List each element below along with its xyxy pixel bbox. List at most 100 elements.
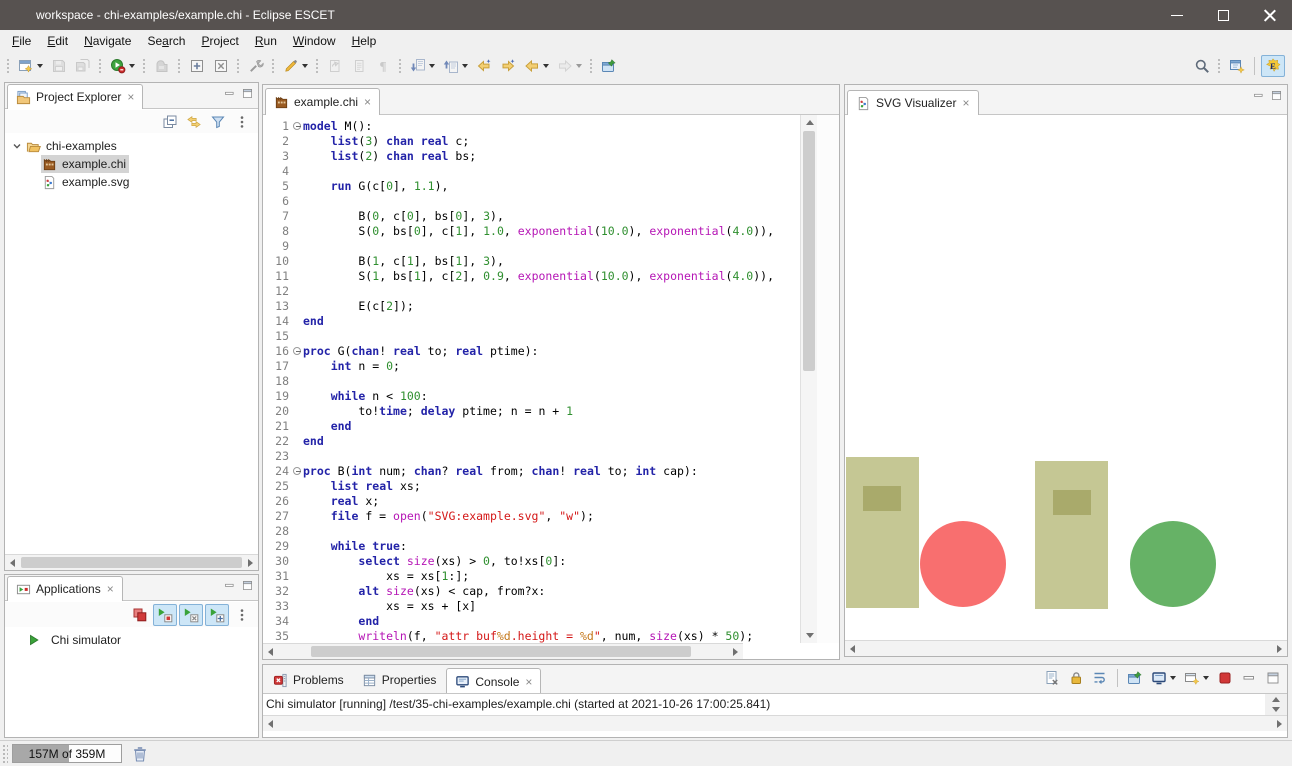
view-menu-button[interactable] <box>231 112 253 132</box>
expander-open-icon[interactable] <box>11 140 23 152</box>
view-menu-button[interactable] <box>231 605 253 625</box>
open-console-button[interactable] <box>1181 668 1212 688</box>
minimize-view-icon[interactable] <box>223 579 236 592</box>
tab-example-chi[interactable]: example.chi × <box>265 88 380 115</box>
previous-annotation-button[interactable] <box>440 56 471 76</box>
collapse-all-button[interactable] <box>159 112 181 132</box>
scroll-up-icon[interactable] <box>806 120 814 125</box>
menu-search[interactable]: Search <box>139 32 193 50</box>
open-doc-button[interactable] <box>348 56 370 76</box>
dropdown-caret-icon[interactable] <box>129 64 135 68</box>
scroll-right-icon[interactable] <box>733 648 738 656</box>
menu-help[interactable]: Help <box>344 32 385 50</box>
auto-remove-button[interactable] <box>179 604 203 626</box>
menu-run[interactable]: Run <box>247 32 285 50</box>
scroll-down-icon[interactable] <box>1272 707 1280 712</box>
close-icon[interactable]: × <box>525 677 532 687</box>
window-close-button[interactable] <box>1246 0 1292 30</box>
add-box-button[interactable] <box>186 56 208 76</box>
last-edit-location-button[interactable] <box>473 56 495 76</box>
menu-navigate[interactable]: Navigate <box>76 32 139 50</box>
dropdown-caret-icon[interactable] <box>543 64 549 68</box>
dropdown-caret-icon[interactable] <box>462 64 468 68</box>
close-icon[interactable]: × <box>107 584 114 594</box>
scroll-left-icon[interactable] <box>850 645 855 653</box>
applications-list[interactable]: Chi simulator <box>5 627 258 737</box>
console-vscrollbar[interactable] <box>1265 693 1287 715</box>
window-minimize-button[interactable] <box>1154 0 1200 30</box>
scroll-right-icon[interactable] <box>1277 720 1282 728</box>
tab-project-explorer[interactable]: Project Explorer × <box>7 84 143 109</box>
scroll-lock-button[interactable] <box>1065 668 1087 688</box>
window-maximize-button[interactable] <box>1200 0 1246 30</box>
back-button[interactable] <box>521 56 552 76</box>
code-editor[interactable]: 1model M():2 list(3) chan real c;3 list(… <box>263 115 839 643</box>
scroll-right-icon[interactable] <box>248 559 253 567</box>
configure-button[interactable] <box>245 56 267 76</box>
auto-expand-button[interactable] <box>205 604 229 626</box>
tree-item-example-svg[interactable]: example.svg <box>5 173 258 191</box>
next-edit-location-button[interactable] <box>497 56 519 76</box>
filter-button[interactable] <box>207 112 229 132</box>
terminate-button[interactable] <box>1214 668 1236 688</box>
console-hscrollbar[interactable] <box>263 715 1287 731</box>
svg-visualizer-hscrollbar[interactable] <box>845 640 1287 656</box>
pin-console-button[interactable] <box>1124 668 1146 688</box>
refresh-doc-button[interactable] <box>324 56 346 76</box>
scrollbar-thumb[interactable] <box>311 646 691 657</box>
scroll-down-icon[interactable] <box>806 633 814 638</box>
editor-vscrollbar[interactable] <box>800 115 817 643</box>
scrollbar-thumb[interactable] <box>21 557 242 568</box>
minimize-view-icon[interactable] <box>223 87 236 100</box>
maximize-view-icon[interactable] <box>241 579 254 592</box>
close-icon[interactable]: × <box>962 98 969 108</box>
menu-file[interactable]: File <box>4 32 39 50</box>
show-whitespace-button[interactable]: ¶ <box>372 56 394 76</box>
tab-properties[interactable]: Properties <box>354 667 445 693</box>
dropdown-caret-icon[interactable] <box>302 64 308 68</box>
scroll-right-icon[interactable] <box>1277 645 1282 653</box>
open-new-view-button[interactable] <box>598 56 620 76</box>
dropdown-caret-icon[interactable] <box>1170 676 1176 680</box>
project-explorer-hscrollbar[interactable] <box>5 554 258 570</box>
fold-marker-icon[interactable] <box>293 344 303 359</box>
tab-console[interactable]: Console× <box>446 668 541 694</box>
dropdown-caret-icon[interactable] <box>576 64 582 68</box>
open-perspective-button[interactable] <box>1226 56 1248 76</box>
menu-edit[interactable]: Edit <box>39 32 76 50</box>
close-icon[interactable]: × <box>364 97 371 107</box>
new-wizard-button[interactable] <box>15 56 46 76</box>
next-annotation-button[interactable] <box>407 56 438 76</box>
console-output[interactable]: Chi simulator [running] /test/35-chi-exa… <box>263 693 1265 715</box>
save-button[interactable] <box>48 56 70 76</box>
project-explorer-tree[interactable]: chi-examplesexample.chiexample.svg <box>5 133 258 554</box>
tab-svg-visualizer[interactable]: SVG Visualizer × <box>847 90 979 115</box>
word-wrap-button[interactable] <box>1089 668 1111 688</box>
close-icon[interactable]: × <box>127 92 134 102</box>
forward-button[interactable] <box>554 56 585 76</box>
link-with-editor-button[interactable] <box>183 112 205 132</box>
tab-applications[interactable]: Applications × <box>7 576 123 601</box>
save-all-button[interactable] <box>72 56 94 76</box>
menu-project[interactable]: Project <box>193 32 246 50</box>
display-selected-console-button[interactable] <box>1148 668 1179 688</box>
scrollbar-thumb[interactable] <box>803 131 815 371</box>
close-box-button[interactable] <box>210 56 232 76</box>
dropdown-caret-icon[interactable] <box>1203 676 1209 680</box>
highlight-button[interactable] <box>280 56 311 76</box>
minimize-button[interactable] <box>1238 668 1260 688</box>
garbage-collect-button[interactable] <box>130 744 150 764</box>
maximize-view-icon[interactable] <box>241 87 254 100</box>
auto-terminate-button[interactable] <box>153 604 177 626</box>
tab-problems[interactable]: Problems <box>265 667 352 693</box>
application-item[interactable]: Chi simulator <box>5 631 258 649</box>
scroll-left-icon[interactable] <box>10 559 15 567</box>
tree-item-example-chi[interactable]: example.chi <box>5 155 258 173</box>
maximize-button[interactable] <box>1262 668 1284 688</box>
clear-console-button[interactable] <box>1041 668 1063 688</box>
fold-marker-icon[interactable] <box>293 464 303 479</box>
dropdown-caret-icon[interactable] <box>429 64 435 68</box>
escet-perspective-button[interactable]: E <box>1261 55 1285 77</box>
scroll-left-icon[interactable] <box>268 648 273 656</box>
search-button[interactable] <box>1191 56 1213 76</box>
